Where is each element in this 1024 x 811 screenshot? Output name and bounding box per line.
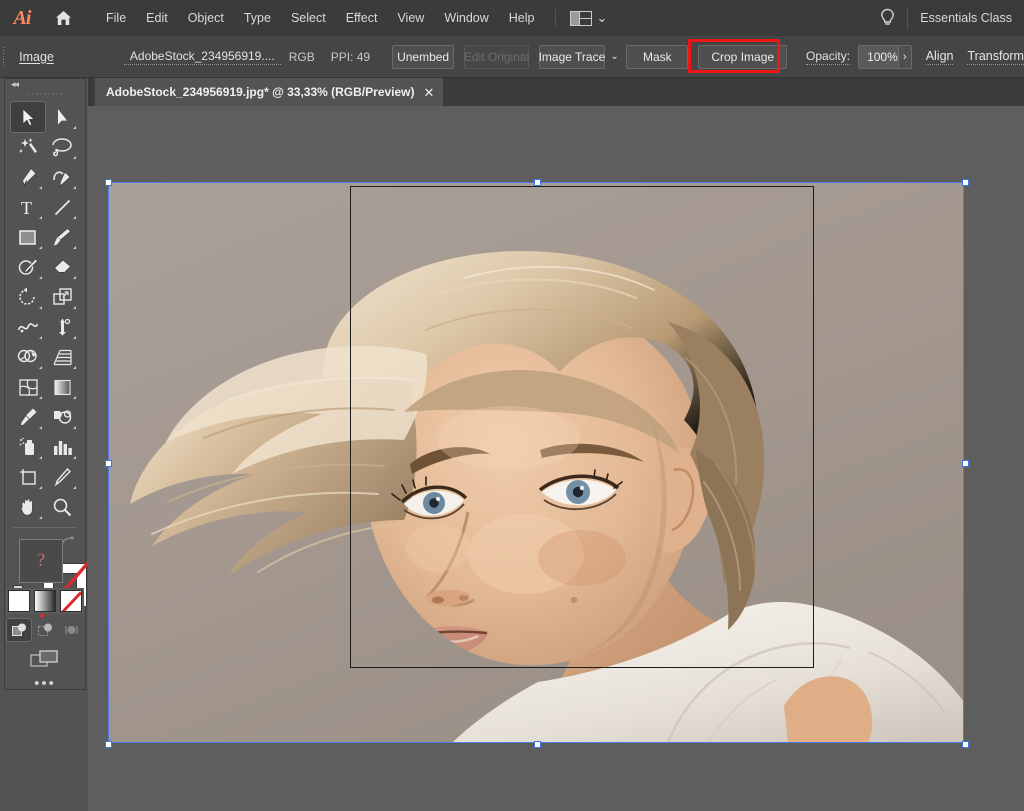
menu-item-object[interactable]: Object [178, 6, 234, 30]
menu-bar: Ai File Edit Object Type Select Effect V… [0, 0, 1024, 36]
eyedropper-tool[interactable] [11, 402, 45, 432]
pen-tool[interactable] [11, 162, 45, 192]
linked-file-name[interactable]: AdobeStock_234956919.... [124, 49, 281, 65]
mesh-tool[interactable] [11, 372, 45, 402]
workspace-switcher[interactable]: Essentials Class [908, 11, 1024, 25]
menu-item-select[interactable]: Select [281, 6, 336, 30]
draw-mode-row [5, 619, 85, 641]
lightbulb-icon[interactable] [867, 0, 907, 36]
color-mode-none[interactable] [60, 590, 82, 612]
tools-panel: ◂◂ [4, 78, 86, 690]
hand-tool[interactable] [11, 492, 45, 522]
home-icon[interactable] [44, 0, 82, 36]
edit-toolbar-button[interactable]: ••• [5, 679, 85, 689]
color-mode-flat[interactable] [8, 590, 30, 612]
menu-item-edit[interactable]: Edit [136, 6, 178, 30]
mask-button[interactable]: Mask [626, 45, 688, 69]
opacity-input[interactable]: 100% [858, 45, 898, 69]
color-mode-label: RGB [281, 50, 323, 64]
image-trace-button[interactable]: Image Trace [539, 45, 605, 69]
magic-wand-tool[interactable] [11, 132, 45, 162]
selection-tool[interactable] [11, 102, 45, 132]
illustrator-window: Ai File Edit Object Type Select Effect V… [0, 0, 1024, 811]
free-transform-tool[interactable] [45, 312, 79, 342]
scale-tool[interactable] [45, 282, 79, 312]
document-area: AdobeStock_234956919.jpg* @ 33,33% (RGB/… [88, 78, 1024, 811]
control-bar: Image AdobeStock_234956919.... RGB PPI: … [0, 36, 1024, 78]
tools-grid: T [5, 98, 85, 522]
rectangle-tool[interactable] [11, 222, 45, 252]
placed-image[interactable] [108, 182, 964, 743]
slice-tool[interactable] [45, 462, 79, 492]
menu-item-effect[interactable]: Effect [336, 6, 388, 30]
document-tab-title: AdobeStock_234956919.jpg* @ 33,33% (RGB/… [106, 85, 415, 99]
transform-link[interactable]: Transform [967, 49, 1024, 65]
menu-bar-right: Essentials Class [867, 0, 1024, 36]
align-link[interactable]: Align [926, 49, 954, 65]
crop-image-group: Crop Image [693, 45, 792, 69]
artboard-tool[interactable] [11, 462, 45, 492]
symbol-sprayer-tool[interactable] [11, 432, 45, 462]
menu-item-window[interactable]: Window [434, 6, 498, 30]
type-tool[interactable]: T [11, 192, 45, 222]
document-tab[interactable]: AdobeStock_234956919.jpg* @ 33,33% (RGB/… [95, 78, 444, 106]
blend-tool[interactable] [45, 402, 79, 432]
paintbrush-tool[interactable] [45, 222, 79, 252]
gradient-tool[interactable] [45, 372, 79, 402]
eraser-tool[interactable] [45, 252, 79, 282]
shape-builder-tool[interactable] [11, 342, 45, 372]
opacity-label[interactable]: Opacity: [806, 49, 850, 65]
document-tab-bar: AdobeStock_234956919.jpg* @ 33,33% (RGB/… [88, 78, 1024, 106]
lasso-tool[interactable] [45, 132, 79, 162]
fill-unknown-glyph: ? [37, 550, 45, 572]
fill-swatch[interactable]: ? [19, 539, 63, 583]
menu-item-help[interactable]: Help [499, 6, 545, 30]
menu-item-type[interactable]: Type [234, 6, 281, 30]
menu-divider [555, 9, 556, 27]
crop-image-button[interactable]: Crop Image [698, 45, 787, 69]
draw-normal-mode[interactable] [7, 619, 31, 641]
menu-items: File Edit Object Type Select Effect View… [96, 6, 611, 30]
line-segment-tool[interactable] [45, 192, 79, 222]
canvas[interactable] [88, 106, 1024, 811]
fill-stroke-controls: ? [13, 535, 77, 586]
control-bar-object-type: Image [7, 50, 66, 64]
tools-panel-grip[interactable] [5, 90, 85, 98]
edit-original-button: Edit Original [464, 45, 529, 69]
curvature-tool[interactable] [45, 162, 79, 192]
direct-selection-tool[interactable] [45, 102, 79, 132]
column-graph-tool[interactable] [45, 432, 79, 462]
change-screen-mode-icon[interactable] [5, 649, 85, 669]
perspective-grid-tool[interactable] [45, 342, 79, 372]
ppi-label: PPI: 49 [323, 50, 378, 64]
menu-item-file[interactable]: File [96, 6, 136, 30]
zoom-tool[interactable] [45, 492, 79, 522]
color-mode-gradient[interactable] [34, 590, 56, 612]
close-icon[interactable]: ✕ [424, 86, 435, 99]
draw-inside-mode[interactable] [59, 619, 83, 641]
shaper-tool[interactable] [11, 252, 45, 282]
control-bar-grip[interactable] [0, 36, 7, 78]
collapse-panel-icon[interactable]: ◂◂ [5, 79, 85, 90]
color-mode-row [5, 590, 85, 612]
image-trace-chevron-down-icon[interactable]: ⌄ [610, 45, 620, 69]
menu-item-view[interactable]: View [387, 6, 434, 30]
rotate-tool[interactable] [11, 282, 45, 312]
opacity-expand-arrow-icon[interactable]: › [898, 45, 912, 69]
app-logo: Ai [0, 0, 44, 36]
portrait-artwork [108, 182, 964, 743]
svg-text:T: T [21, 198, 32, 217]
width-tool[interactable] [11, 312, 45, 342]
draw-behind-mode[interactable] [33, 619, 57, 641]
arrange-documents-icon[interactable]: ⌄ [566, 9, 612, 28]
unembed-button[interactable]: Unembed [392, 45, 454, 69]
chevron-down-icon: ⌄ [597, 15, 608, 21]
tools-divider [13, 527, 77, 528]
